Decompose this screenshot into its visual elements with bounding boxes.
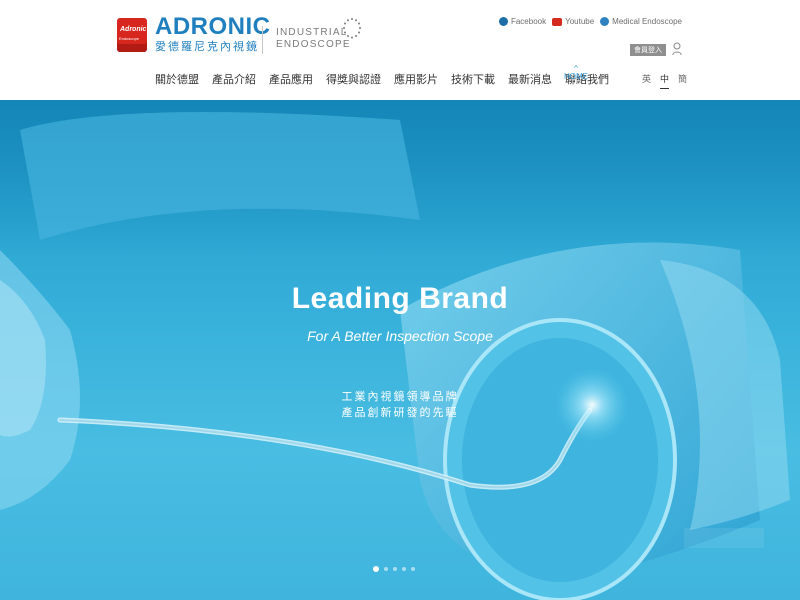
slider-dot-4[interactable] — [402, 567, 406, 571]
language-switcher: 英 中 簡 — [642, 72, 687, 89]
main-nav: 關於德盟 產品介紹 產品應用 得獎與認證 應用影片 技術下載 最新消息 聯絡我們 — [155, 71, 622, 87]
logo-badge-bottom: Endoscope — [119, 36, 140, 41]
nav-item-about[interactable]: 關於德盟 — [155, 71, 199, 87]
hero-subtitle: For A Better Inspection Scope — [307, 328, 493, 344]
sub-brand-line2: ENDOSCOPE — [276, 39, 351, 50]
slider-dot-3[interactable] — [393, 567, 397, 571]
nav-item-awards[interactable]: 得獎與認證 — [326, 71, 381, 87]
hero-title: Leading Brand — [291, 282, 509, 315]
user-icon[interactable] — [672, 42, 682, 56]
medical-endoscope-link[interactable]: Medical Endoscope — [600, 17, 682, 26]
youtube-label: Youtube — [565, 17, 595, 26]
hero-background-image — [0, 100, 800, 600]
nav-item-home[interactable]: ^ HOME — [564, 65, 588, 82]
logo-badge: Adronic Endoscope — [117, 18, 147, 52]
medical-label: Medical Endoscope — [612, 17, 682, 26]
sub-brand-line1: INDUSTRIAL — [276, 27, 348, 38]
facebook-link[interactable]: Facebook — [498, 17, 547, 26]
lens-ring-icon — [343, 18, 361, 39]
hero-tagline-line1: 工業內視鏡領導品牌 — [341, 390, 459, 403]
lang-simplified-chinese[interactable]: 簡 — [678, 72, 687, 89]
youtube-link[interactable]: Youtube — [552, 17, 594, 26]
nav-item-videos[interactable]: 應用影片 — [394, 71, 438, 87]
nav-item-products[interactable]: 產品介紹 — [212, 71, 256, 87]
slider-dot-2[interactable] — [384, 567, 388, 571]
slider-dot-5[interactable] — [411, 567, 415, 571]
facebook-icon — [498, 17, 508, 26]
slider-pagination — [373, 566, 415, 572]
brand-name-cn: 愛德羅尼克內視鏡 — [155, 40, 259, 53]
medical-icon — [600, 17, 610, 26]
sub-brand: INDUSTRIAL ENDOSCOPE — [276, 27, 351, 51]
home-label: HOME — [564, 72, 588, 81]
nav-item-downloads[interactable]: 技術下載 — [451, 71, 495, 87]
brand-name-en: ADRONIC — [155, 13, 271, 40]
lang-english[interactable]: 英 — [642, 72, 651, 89]
social-links: Facebook Youtube Medical Endoscope — [498, 17, 682, 26]
logo-badge-top: Adronic — [120, 26, 147, 33]
member-login-button[interactable]: 會員登入 — [630, 44, 666, 56]
logo-text: ADRONIC 愛德羅尼克內視鏡 — [155, 13, 271, 54]
slider-dot-1[interactable] — [373, 566, 379, 572]
lang-traditional-chinese[interactable]: 中 — [660, 72, 670, 89]
hero-tagline-line2: 產品創新研發的先驅 — [341, 406, 459, 419]
logo-divider — [262, 26, 263, 54]
facebook-label: Facebook — [510, 17, 547, 26]
nav-item-news[interactable]: 最新消息 — [508, 71, 552, 87]
site-header: Adronic Endoscope ADRONIC 愛德羅尼克內視鏡 INDUS… — [0, 0, 800, 100]
hero-slider: Leading Brand For A Better Inspection Sc… — [0, 100, 800, 600]
nav-item-applications[interactable]: 產品應用 — [269, 71, 313, 87]
brand-logo[interactable]: Adronic Endoscope ADRONIC 愛德羅尼克內視鏡 — [117, 13, 271, 54]
youtube-icon — [552, 17, 563, 26]
